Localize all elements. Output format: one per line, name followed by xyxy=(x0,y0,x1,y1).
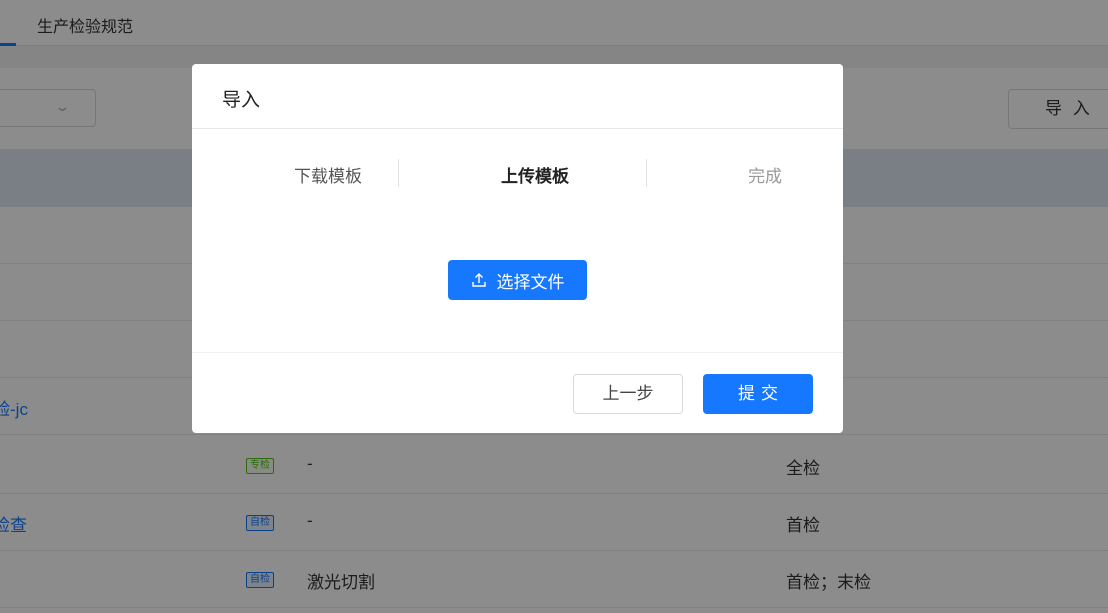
previous-step-button[interactable]: 上一步 xyxy=(573,374,683,414)
import-modal: 导入 下载模板 上传模板 完成 选择文件 上一步 提交 xyxy=(192,64,843,433)
upload-icon xyxy=(471,272,487,288)
modal-title: 导入 xyxy=(222,90,261,111)
submit-button[interactable]: 提交 xyxy=(703,374,813,414)
modal-header: 导入 xyxy=(192,64,843,129)
step-divider xyxy=(646,159,647,187)
step-upload-template: 上传模板 xyxy=(501,167,569,186)
select-file-button[interactable]: 选择文件 xyxy=(448,260,587,300)
select-file-label: 选择文件 xyxy=(496,272,565,292)
step-complete: 完成 xyxy=(748,167,782,186)
step-divider xyxy=(398,159,399,187)
import-steps: 下载模板 上传模板 完成 xyxy=(192,129,843,219)
modal-footer: 上一步 提交 xyxy=(192,352,843,433)
